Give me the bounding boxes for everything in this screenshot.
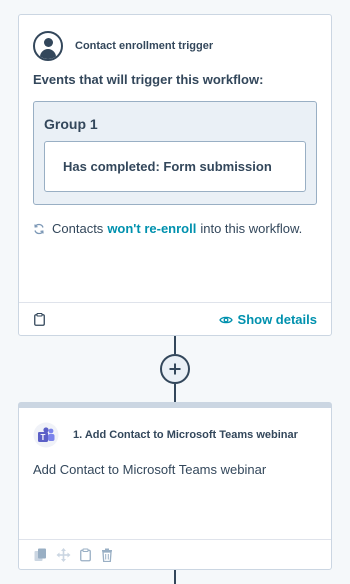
events-label: Events that will trigger this workflow: bbox=[33, 72, 264, 87]
clipboard-icon[interactable] bbox=[80, 548, 91, 562]
action-card-footer bbox=[19, 539, 331, 569]
show-details-button[interactable]: Show details bbox=[218, 312, 317, 327]
trigger-card-title: Contact enrollment trigger bbox=[75, 40, 214, 52]
connector-line-bottom bbox=[174, 384, 176, 402]
filter-group: Group 1 Has completed: Form submission bbox=[33, 101, 317, 205]
svg-text:T: T bbox=[41, 433, 46, 442]
filter-condition[interactable]: Has completed: Form submission bbox=[44, 141, 306, 192]
clipboard-icon[interactable] bbox=[34, 313, 45, 326]
action-card-header: T 1. Add Contact to Microsoft Teams webi… bbox=[33, 422, 298, 448]
reenroll-row: Contacts won't re-enroll into this workf… bbox=[33, 221, 302, 236]
show-details-label: Show details bbox=[237, 312, 317, 327]
enrollment-trigger-card[interactable]: Contact enrollment trigger Events that w… bbox=[18, 14, 332, 336]
plus-icon bbox=[169, 363, 181, 375]
connector-line-top bbox=[174, 336, 176, 354]
connector-line-end bbox=[174, 570, 176, 584]
eye-icon bbox=[218, 316, 233, 323]
add-action-button[interactable] bbox=[160, 354, 190, 384]
reenroll-link[interactable]: won't re-enroll bbox=[107, 221, 196, 236]
trigger-card-footer: Show details bbox=[19, 302, 331, 335]
move-icon[interactable] bbox=[56, 548, 71, 562]
filter-condition-text: Has completed: Form submission bbox=[63, 159, 272, 174]
action-card-title: 1. Add Contact to Microsoft Teams webina… bbox=[73, 429, 298, 441]
action-description: Add Contact to Microsoft Teams webinar bbox=[33, 462, 267, 477]
group-title: Group 1 bbox=[44, 116, 98, 132]
reenroll-prefix: Contacts bbox=[52, 221, 104, 236]
trash-icon[interactable] bbox=[101, 548, 113, 562]
reenroll-suffix: into this workflow. bbox=[200, 221, 303, 236]
copy-icon[interactable] bbox=[34, 548, 47, 562]
teams-webinar-action-card[interactable]: T 1. Add Contact to Microsoft Teams webi… bbox=[18, 402, 332, 570]
refresh-icon bbox=[34, 223, 44, 234]
contact-avatar-icon bbox=[33, 31, 63, 61]
trigger-card-header: Contact enrollment trigger bbox=[33, 31, 213, 61]
microsoft-teams-icon: T bbox=[33, 422, 59, 448]
workflow-canvas: Contact enrollment trigger Events that w… bbox=[0, 0, 350, 584]
